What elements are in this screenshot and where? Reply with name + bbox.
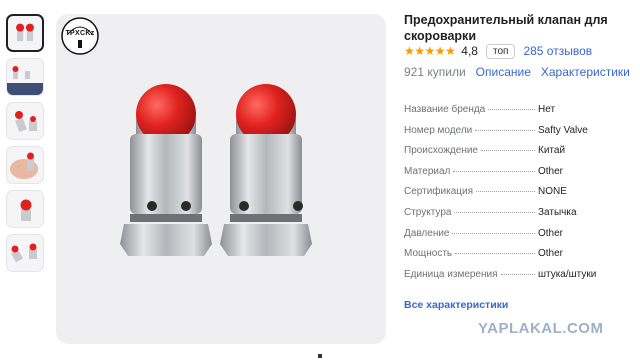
rating-value: 4,8 [461, 44, 478, 58]
thumbnail-1[interactable] [6, 14, 44, 52]
spec-key: Единица измерения [404, 268, 498, 280]
rating-stars-icon: ★★★★★ [404, 44, 456, 58]
product-title: Предохранительный клапан для скороварки [404, 13, 608, 43]
thumbnail-4[interactable] [6, 146, 44, 184]
rating-row: ★★★★★ 4,8 топ 285 отзывов [404, 43, 592, 59]
spec-value: Other [538, 227, 564, 239]
spec-value: штука/штуки [538, 268, 597, 280]
spec-key: Название бренда [404, 104, 486, 115]
valve-left [120, 84, 212, 256]
top-badge: топ [485, 43, 516, 59]
thumbnail-strip [6, 14, 48, 278]
spec-row: Давление Other [404, 228, 634, 249]
spec-value: Safty Valve [538, 124, 588, 136]
spec-key: Материал [404, 165, 451, 177]
spec-value: Нет [538, 104, 556, 115]
thumbnail-5[interactable] [6, 190, 44, 228]
spec-key: Структура [404, 206, 452, 218]
spec-value: Other [538, 248, 564, 260]
specs-list: Название бренда Нет Номер модели Safty V… [404, 104, 634, 289]
spec-key: Номер модели [404, 124, 473, 136]
spec-divider [454, 211, 535, 213]
spec-divider [500, 273, 535, 275]
spec-row: Материал Other [404, 166, 634, 187]
thumbnail-6[interactable] [6, 234, 44, 272]
bought-count: 921 купили [404, 65, 466, 79]
watermark: YAPLAKAL.COM [478, 320, 604, 337]
reviews-link[interactable]: 285 отзывов [523, 44, 592, 58]
main-product-image[interactable]: TPXCKz [56, 14, 386, 344]
spec-divider [481, 150, 535, 152]
page-marker [318, 354, 322, 358]
valve-right [220, 84, 312, 256]
spec-value: Китай [538, 145, 566, 157]
links-row: 921 купили Описание Характеристики [404, 64, 630, 80]
spec-value: NONE [538, 186, 567, 198]
description-link[interactable]: Описание [476, 65, 531, 79]
spec-row: Единица измерения штука/штуки [404, 269, 634, 290]
thumbnail-2[interactable] [6, 58, 44, 96]
spec-divider [475, 129, 535, 131]
spec-key: Сертификация [404, 186, 473, 198]
all-specs-link[interactable]: Все характеристики [404, 299, 508, 311]
spec-divider [476, 191, 535, 193]
spec-key: Происхождение [404, 145, 478, 157]
spec-divider [452, 232, 535, 234]
spec-row: Происхождение Китай [404, 145, 634, 166]
spec-divider [488, 109, 535, 110]
spec-value: Затычка [538, 206, 577, 218]
spec-row: Название бренда Нет [404, 104, 634, 125]
brand-logo-text: TPXCKz [65, 30, 95, 37]
spec-row: Структура Затычка [404, 207, 634, 228]
spec-divider [455, 253, 535, 255]
thumbnail-3[interactable] [6, 102, 44, 140]
spec-key: Давление [404, 227, 450, 239]
spec-value: Other [538, 165, 564, 177]
spec-divider [453, 170, 535, 172]
spec-row: Номер модели Safty Valve [404, 125, 634, 146]
brand-logo: TPXCKz [60, 16, 100, 56]
spec-row: Сертификация NONE [404, 186, 634, 207]
characteristics-link[interactable]: Характеристики [541, 65, 630, 79]
spec-row: Мощность Other [404, 248, 634, 269]
spec-key: Мощность [404, 248, 453, 260]
